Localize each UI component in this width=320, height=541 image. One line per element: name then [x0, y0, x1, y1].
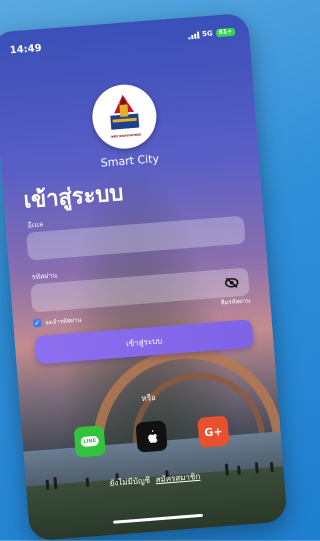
line-icon: LINE: [80, 435, 100, 448]
remember-checkbox[interactable]: ✓: [33, 318, 42, 328]
remember-label: จดจำรหัสผ่าน: [45, 316, 82, 327]
remember-me[interactable]: ✓ จดจำรหัสผ่าน: [33, 315, 82, 329]
signup-prompt: ยังไม่มีบัญชี: [109, 475, 151, 488]
password-label: รหัสผ่าน: [31, 271, 58, 282]
emblem-icon: [110, 94, 140, 130]
page-title: เข้าสู่ระบบ: [22, 181, 125, 214]
phone-screen: 14:49 5G 81+ เทศบาลนครนครพนม Smart City …: [0, 12, 288, 541]
google-plus-icon: G+: [203, 424, 223, 439]
logo-caption: เทศบาลนครนครพนม: [110, 132, 142, 139]
status-time: 14:49: [9, 42, 43, 57]
signal-icon: [188, 31, 200, 39]
email-label: อีเมล: [27, 220, 44, 230]
city-logo: เทศบาลนครนครพนม: [89, 82, 159, 152]
email-field[interactable]: [26, 215, 246, 261]
battery-icon: 81+: [215, 27, 236, 38]
line-login-button[interactable]: LINE: [73, 425, 106, 458]
google-login-button[interactable]: G+: [197, 415, 230, 448]
signup-link[interactable]: สมัครสมาชิก: [155, 472, 200, 484]
password-field[interactable]: [30, 267, 250, 313]
app-name: Smart City: [100, 152, 160, 170]
apple-icon: [148, 429, 158, 444]
eye-off-icon[interactable]: [224, 276, 239, 289]
forgot-password-link[interactable]: ลืมรหัสผ่าน: [220, 295, 251, 307]
network-type: 5G: [201, 29, 214, 39]
apple-login-button[interactable]: [135, 420, 168, 453]
status-indicators: 5G 81+: [188, 27, 236, 40]
